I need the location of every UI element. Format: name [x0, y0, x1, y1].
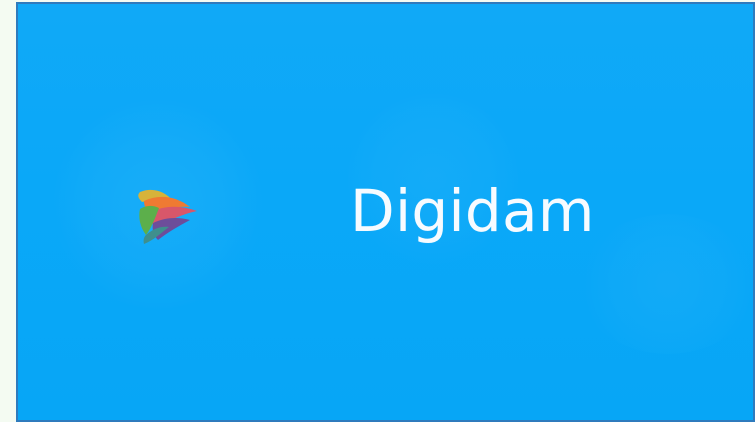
background-glow-right	[578, 214, 753, 354]
screen: Digidam	[0, 0, 755, 422]
brand-name: Digidam	[350, 177, 595, 245]
bird-logo-icon	[138, 189, 197, 244]
hero-card: Digidam	[16, 2, 755, 422]
